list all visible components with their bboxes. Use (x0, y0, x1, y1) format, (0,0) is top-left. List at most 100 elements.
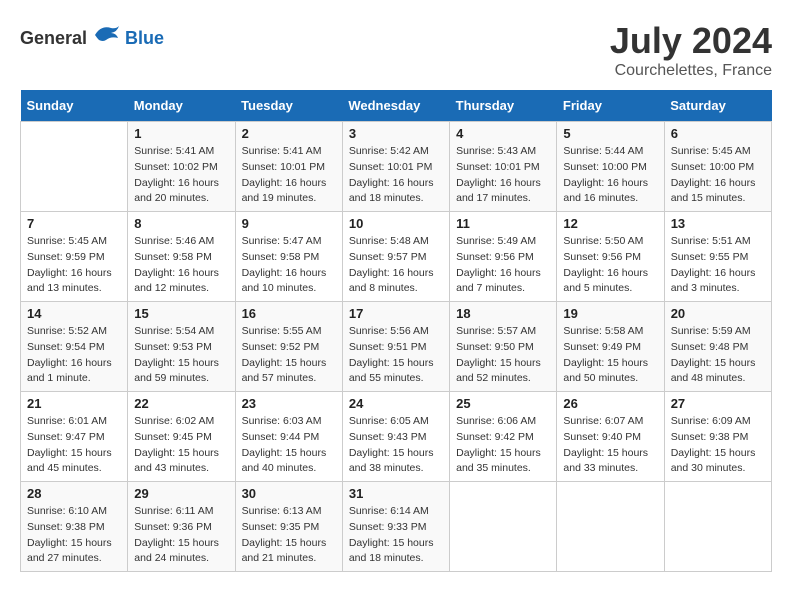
logo-bird-icon (91, 20, 121, 56)
day-info: Sunrise: 6:05 AMSunset: 9:43 PMDaylight:… (349, 414, 443, 477)
weekday-header-row: SundayMondayTuesdayWednesdayThursdayFrid… (21, 90, 772, 122)
day-number: 24 (349, 396, 443, 411)
day-info: Sunrise: 6:06 AMSunset: 9:42 PMDaylight:… (456, 414, 550, 477)
day-info: Sunrise: 6:01 AMSunset: 9:47 PMDaylight:… (27, 414, 121, 477)
day-number: 18 (456, 306, 550, 321)
day-number: 11 (456, 216, 550, 231)
calendar-week-row: 28 Sunrise: 6:10 AMSunset: 9:38 PMDaylig… (21, 482, 772, 572)
weekday-header-wednesday: Wednesday (342, 90, 449, 122)
calendar-week-row: 7 Sunrise: 5:45 AMSunset: 9:59 PMDayligh… (21, 212, 772, 302)
day-info: Sunrise: 6:11 AMSunset: 9:36 PMDaylight:… (134, 504, 228, 567)
calendar-cell: 20 Sunrise: 5:59 AMSunset: 9:48 PMDaylig… (664, 302, 771, 392)
day-number: 4 (456, 126, 550, 141)
day-number: 1 (134, 126, 228, 141)
calendar-cell: 22 Sunrise: 6:02 AMSunset: 9:45 PMDaylig… (128, 392, 235, 482)
day-info: Sunrise: 5:45 AMSunset: 10:00 PMDaylight… (671, 144, 765, 207)
calendar-cell: 10 Sunrise: 5:48 AMSunset: 9:57 PMDaylig… (342, 212, 449, 302)
day-number: 15 (134, 306, 228, 321)
day-info: Sunrise: 5:58 AMSunset: 9:49 PMDaylight:… (563, 324, 657, 387)
calendar-cell: 15 Sunrise: 5:54 AMSunset: 9:53 PMDaylig… (128, 302, 235, 392)
day-number: 8 (134, 216, 228, 231)
calendar-cell: 31 Sunrise: 6:14 AMSunset: 9:33 PMDaylig… (342, 482, 449, 572)
day-info: Sunrise: 5:46 AMSunset: 9:58 PMDaylight:… (134, 234, 228, 297)
day-info: Sunrise: 5:47 AMSunset: 9:58 PMDaylight:… (242, 234, 336, 297)
day-info: Sunrise: 6:14 AMSunset: 9:33 PMDaylight:… (349, 504, 443, 567)
day-number: 17 (349, 306, 443, 321)
day-number: 7 (27, 216, 121, 231)
title-section: July 2024 Courchelettes, France (610, 20, 772, 80)
calendar-cell: 8 Sunrise: 5:46 AMSunset: 9:58 PMDayligh… (128, 212, 235, 302)
day-info: Sunrise: 5:57 AMSunset: 9:50 PMDaylight:… (456, 324, 550, 387)
month-year-title: July 2024 (610, 20, 772, 62)
day-number: 6 (671, 126, 765, 141)
weekday-header-thursday: Thursday (450, 90, 557, 122)
day-number: 22 (134, 396, 228, 411)
day-info: Sunrise: 5:50 AMSunset: 9:56 PMDaylight:… (563, 234, 657, 297)
calendar-cell: 29 Sunrise: 6:11 AMSunset: 9:36 PMDaylig… (128, 482, 235, 572)
calendar-cell: 18 Sunrise: 5:57 AMSunset: 9:50 PMDaylig… (450, 302, 557, 392)
day-info: Sunrise: 5:51 AMSunset: 9:55 PMDaylight:… (671, 234, 765, 297)
day-info: Sunrise: 5:49 AMSunset: 9:56 PMDaylight:… (456, 234, 550, 297)
calendar-cell: 2 Sunrise: 5:41 AMSunset: 10:01 PMDaylig… (235, 122, 342, 212)
calendar-cell: 3 Sunrise: 5:42 AMSunset: 10:01 PMDaylig… (342, 122, 449, 212)
calendar-cell: 28 Sunrise: 6:10 AMSunset: 9:38 PMDaylig… (21, 482, 128, 572)
day-info: Sunrise: 5:44 AMSunset: 10:00 PMDaylight… (563, 144, 657, 207)
calendar-cell (21, 122, 128, 212)
day-number: 31 (349, 486, 443, 501)
day-number: 19 (563, 306, 657, 321)
day-info: Sunrise: 5:55 AMSunset: 9:52 PMDaylight:… (242, 324, 336, 387)
day-number: 3 (349, 126, 443, 141)
day-number: 25 (456, 396, 550, 411)
calendar-cell: 16 Sunrise: 5:55 AMSunset: 9:52 PMDaylig… (235, 302, 342, 392)
weekday-header-friday: Friday (557, 90, 664, 122)
day-number: 28 (27, 486, 121, 501)
calendar-week-row: 1 Sunrise: 5:41 AMSunset: 10:02 PMDaylig… (21, 122, 772, 212)
calendar-cell: 12 Sunrise: 5:50 AMSunset: 9:56 PMDaylig… (557, 212, 664, 302)
calendar-cell: 7 Sunrise: 5:45 AMSunset: 9:59 PMDayligh… (21, 212, 128, 302)
day-number: 12 (563, 216, 657, 231)
weekday-header-tuesday: Tuesday (235, 90, 342, 122)
day-info: Sunrise: 5:43 AMSunset: 10:01 PMDaylight… (456, 144, 550, 207)
calendar-cell: 14 Sunrise: 5:52 AMSunset: 9:54 PMDaylig… (21, 302, 128, 392)
calendar-cell: 27 Sunrise: 6:09 AMSunset: 9:38 PMDaylig… (664, 392, 771, 482)
weekday-header-sunday: Sunday (21, 90, 128, 122)
calendar-cell (664, 482, 771, 572)
day-info: Sunrise: 5:48 AMSunset: 9:57 PMDaylight:… (349, 234, 443, 297)
logo: General Blue (20, 20, 164, 56)
day-info: Sunrise: 5:45 AMSunset: 9:59 PMDaylight:… (27, 234, 121, 297)
day-info: Sunrise: 5:56 AMSunset: 9:51 PMDaylight:… (349, 324, 443, 387)
day-number: 9 (242, 216, 336, 231)
day-info: Sunrise: 6:09 AMSunset: 9:38 PMDaylight:… (671, 414, 765, 477)
calendar-week-row: 21 Sunrise: 6:01 AMSunset: 9:47 PMDaylig… (21, 392, 772, 482)
day-info: Sunrise: 6:13 AMSunset: 9:35 PMDaylight:… (242, 504, 336, 567)
day-number: 5 (563, 126, 657, 141)
calendar-cell: 17 Sunrise: 5:56 AMSunset: 9:51 PMDaylig… (342, 302, 449, 392)
day-info: Sunrise: 5:54 AMSunset: 9:53 PMDaylight:… (134, 324, 228, 387)
calendar-cell: 30 Sunrise: 6:13 AMSunset: 9:35 PMDaylig… (235, 482, 342, 572)
calendar-cell: 5 Sunrise: 5:44 AMSunset: 10:00 PMDaylig… (557, 122, 664, 212)
calendar-week-row: 14 Sunrise: 5:52 AMSunset: 9:54 PMDaylig… (21, 302, 772, 392)
day-number: 26 (563, 396, 657, 411)
day-info: Sunrise: 5:59 AMSunset: 9:48 PMDaylight:… (671, 324, 765, 387)
logo-blue: Blue (125, 28, 164, 49)
day-info: Sunrise: 5:52 AMSunset: 9:54 PMDaylight:… (27, 324, 121, 387)
day-number: 13 (671, 216, 765, 231)
calendar-cell: 24 Sunrise: 6:05 AMSunset: 9:43 PMDaylig… (342, 392, 449, 482)
day-info: Sunrise: 5:41 AMSunset: 10:01 PMDaylight… (242, 144, 336, 207)
calendar-cell: 25 Sunrise: 6:06 AMSunset: 9:42 PMDaylig… (450, 392, 557, 482)
calendar-cell: 23 Sunrise: 6:03 AMSunset: 9:44 PMDaylig… (235, 392, 342, 482)
day-info: Sunrise: 6:10 AMSunset: 9:38 PMDaylight:… (27, 504, 121, 567)
weekday-header-monday: Monday (128, 90, 235, 122)
calendar-body: 1 Sunrise: 5:41 AMSunset: 10:02 PMDaylig… (21, 122, 772, 572)
calendar-header: SundayMondayTuesdayWednesdayThursdayFrid… (21, 90, 772, 122)
calendar-cell: 4 Sunrise: 5:43 AMSunset: 10:01 PMDaylig… (450, 122, 557, 212)
calendar-cell: 26 Sunrise: 6:07 AMSunset: 9:40 PMDaylig… (557, 392, 664, 482)
day-info: Sunrise: 6:02 AMSunset: 9:45 PMDaylight:… (134, 414, 228, 477)
calendar-cell: 21 Sunrise: 6:01 AMSunset: 9:47 PMDaylig… (21, 392, 128, 482)
calendar-cell: 6 Sunrise: 5:45 AMSunset: 10:00 PMDaylig… (664, 122, 771, 212)
page-header: General Blue July 2024 Courchelettes, Fr… (20, 20, 772, 80)
day-info: Sunrise: 6:03 AMSunset: 9:44 PMDaylight:… (242, 414, 336, 477)
day-info: Sunrise: 6:07 AMSunset: 9:40 PMDaylight:… (563, 414, 657, 477)
weekday-header-saturday: Saturday (664, 90, 771, 122)
day-number: 29 (134, 486, 228, 501)
